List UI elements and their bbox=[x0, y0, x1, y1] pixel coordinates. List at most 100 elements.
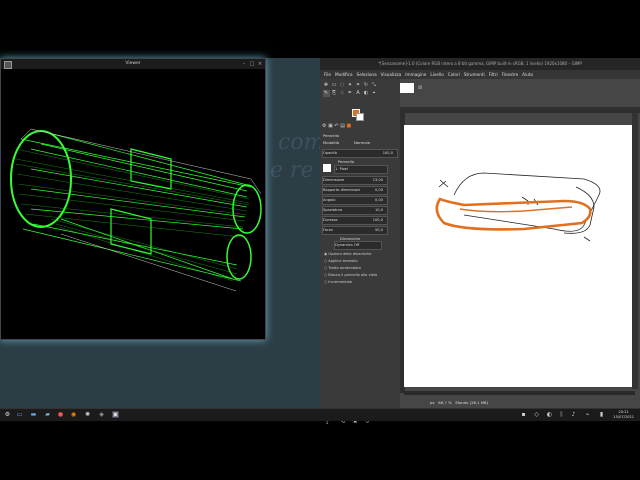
angle-value: 0,00 bbox=[374, 198, 383, 202]
force-value: 50,0 bbox=[374, 228, 383, 232]
battery-icon[interactable]: ▮ bbox=[598, 411, 605, 418]
undo-tab-icon[interactable]: ↶ bbox=[334, 123, 338, 129]
menu-aiuto[interactable]: Aiuto bbox=[522, 70, 533, 79]
images-tab-icon[interactable]: ▤ bbox=[340, 123, 345, 129]
volume-icon[interactable]: ♪ bbox=[570, 411, 577, 418]
menu-file[interactable]: File bbox=[324, 70, 331, 79]
text-icon[interactable]: A bbox=[355, 90, 362, 97]
bluetooth-icon[interactable]: ᛒ bbox=[558, 411, 565, 418]
menu-filtri[interactable]: Filtri bbox=[489, 70, 498, 79]
mode-select[interactable]: Normale bbox=[354, 140, 370, 145]
files-icon[interactable]: ▬ bbox=[30, 411, 37, 418]
opacity-slider[interactable]: Opacità 100,0 bbox=[322, 149, 398, 158]
menu-modifica[interactable]: Modifica bbox=[335, 70, 353, 79]
close-tab-icon[interactable]: ⊠ bbox=[418, 85, 422, 91]
zoom-select[interactable]: 66,7 % bbox=[438, 400, 451, 405]
spacing-label: Spaziatura bbox=[323, 208, 343, 212]
aspect-ratio-value: 0,00 bbox=[374, 188, 383, 192]
dynamics-select[interactable]: Dynamics Off bbox=[334, 241, 382, 250]
menu-strumenti[interactable]: Strumenti bbox=[464, 70, 485, 79]
maximize-icon[interactable]: □ bbox=[249, 61, 255, 67]
brush-label: Pennello bbox=[338, 159, 355, 164]
color-picker-icon[interactable]: ⌖ bbox=[371, 90, 378, 97]
canvas-image[interactable] bbox=[404, 125, 635, 387]
menu-finestre[interactable]: Finestre bbox=[502, 70, 519, 79]
3d-wireframe-view[interactable] bbox=[1, 69, 265, 339]
viewer-window[interactable]: Viewer – □ × bbox=[0, 58, 266, 340]
dock-tabs: ⚙ ▣ ↶ ▤ ■ bbox=[322, 123, 396, 131]
taskbar: ⚙ ▭ ▬ ▰ ● ◉ ✺ ◈ ▣ ▪ ◇ ◐ ᛒ ♪ ⌁ ▮ 20:21 15… bbox=[0, 408, 640, 421]
folder-icon[interactable]: ▰ bbox=[44, 411, 51, 418]
warp-icon[interactable]: ⤡ bbox=[371, 82, 378, 89]
option-label: Applica tremolio bbox=[328, 259, 358, 263]
minimize-icon[interactable]: – bbox=[241, 61, 247, 67]
force-slider[interactable]: Forza 50,0 bbox=[322, 226, 388, 235]
gimp-taskbar-icon[interactable]: ◈ bbox=[98, 411, 105, 418]
horizontal-scrollbar[interactable] bbox=[404, 391, 635, 395]
browser-icon[interactable]: ● bbox=[57, 411, 64, 418]
background-text: e re bbox=[270, 158, 314, 183]
background-color-swatch[interactable] bbox=[356, 113, 364, 121]
vertical-scrollbar[interactable] bbox=[632, 113, 638, 389]
menu-colori[interactable]: Colori bbox=[448, 70, 460, 79]
gimp-window[interactable]: *[Senzanome]-1.0 (Colore RGB intero a 8 … bbox=[320, 58, 640, 425]
bucket-icon[interactable]: ◐ bbox=[363, 90, 370, 97]
tray-icon-1[interactable]: ▪ bbox=[520, 411, 527, 418]
lasso-icon[interactable]: ◌ bbox=[339, 82, 346, 89]
hardness-value: 100,0 bbox=[372, 218, 383, 222]
firefox-icon[interactable]: ◉ bbox=[70, 411, 77, 418]
unit-select[interactable]: px bbox=[430, 400, 435, 405]
viewer-taskbar-icon[interactable]: ▣ bbox=[112, 411, 119, 418]
viewer-title: Viewer bbox=[125, 61, 141, 66]
dynamics-value: Dynamics Off bbox=[335, 243, 360, 247]
menu-immagine[interactable]: Immagine bbox=[405, 70, 426, 79]
spacing-slider[interactable]: Spaziatura 10,0 bbox=[322, 206, 388, 215]
toolbox-panel: ✥ ▭ ◌ ✦ ⌗ ↻ ⤡ ✎ ⎘ ☝ ✒ A ◐ ⌖ ⚙ ▣ ↶ ▤ ■ Pennello Modal… bbox=[320, 79, 401, 425]
clock[interactable]: 20:21 15/07/2021 bbox=[613, 410, 634, 420]
crop-icon[interactable]: ⌗ bbox=[355, 82, 362, 89]
move-tool-icon[interactable]: ✥ bbox=[323, 82, 330, 89]
size-slider[interactable]: Dimensione 13,00 bbox=[322, 176, 388, 185]
menu-visualizza[interactable]: Visualizza bbox=[381, 70, 402, 79]
tray-icon-3[interactable]: ◐ bbox=[546, 411, 553, 418]
layer-info: Sfondo (26,1 MB) bbox=[455, 400, 489, 405]
image-tab-thumbnail[interactable] bbox=[400, 83, 414, 93]
fuzzy-select-icon[interactable]: ✦ bbox=[347, 82, 354, 89]
opacity-value: 100,0 bbox=[382, 151, 393, 155]
clone-icon[interactable]: ⎘ bbox=[331, 90, 338, 97]
aspect-ratio-slider[interactable]: Rapporto dimensioni 0,00 bbox=[322, 186, 388, 195]
rect-select-icon[interactable]: ▭ bbox=[331, 82, 338, 89]
image-canvas-area[interactable]: ⊠ px 66,7 % Sfondo (26,1 MB) bbox=[400, 79, 640, 408]
mode-label: Modalità bbox=[323, 140, 340, 145]
start-menu-icon[interactable]: ⚙ bbox=[4, 411, 11, 418]
menu-livello[interactable]: Livello bbox=[430, 70, 443, 79]
desktop-icon[interactable]: ▭ bbox=[16, 411, 23, 418]
option-lock-brush[interactable]: ○ Blocca il pennello alla vista bbox=[324, 273, 377, 277]
angle-slider[interactable]: Angolo 0,00 bbox=[322, 196, 388, 205]
brush-select[interactable]: 1. Pixel bbox=[334, 165, 388, 174]
option-dynamics[interactable]: ◉ Opzioni delle dinamiche bbox=[324, 252, 371, 256]
option-incremental[interactable]: ○ Incrementale bbox=[324, 280, 352, 284]
tray-icon-2[interactable]: ◇ bbox=[533, 411, 540, 418]
smudge-icon[interactable]: ☝ bbox=[339, 90, 346, 97]
viewer-titlebar[interactable]: Viewer – □ × bbox=[1, 59, 265, 69]
network-icon[interactable]: ⌁ bbox=[584, 411, 591, 418]
brush-preview[interactable] bbox=[323, 164, 331, 172]
angle-label: Angolo bbox=[323, 198, 336, 202]
horizontal-ruler bbox=[400, 107, 640, 113]
option-jitter[interactable]: ○ Applica tremolio bbox=[324, 259, 358, 263]
gimp-titlebar[interactable]: *[Senzanome]-1.0 (Colore RGB intero a 8 … bbox=[320, 58, 640, 70]
color-tab-icon[interactable]: ■ bbox=[347, 123, 352, 129]
device-status-tab-icon[interactable]: ▣ bbox=[328, 123, 333, 129]
blender-icon[interactable]: ✺ bbox=[84, 411, 91, 418]
tool-options-tab-icon[interactable]: ⚙ bbox=[322, 123, 326, 129]
rotate-icon[interactable]: ↻ bbox=[363, 82, 370, 89]
path-icon[interactable]: ✒ bbox=[347, 90, 354, 97]
brush-value: 1. Pixel bbox=[335, 167, 348, 171]
close-icon[interactable]: × bbox=[257, 61, 263, 67]
menu-seleziona[interactable]: Seleziona bbox=[357, 70, 377, 79]
option-smooth[interactable]: ○ Tratto arrotondato bbox=[324, 266, 361, 270]
paintbrush-icon[interactable]: ✎ bbox=[322, 89, 330, 97]
hardness-slider[interactable]: Durezza 100,0 bbox=[322, 216, 388, 225]
tool-options-header: Pennello bbox=[323, 133, 340, 138]
